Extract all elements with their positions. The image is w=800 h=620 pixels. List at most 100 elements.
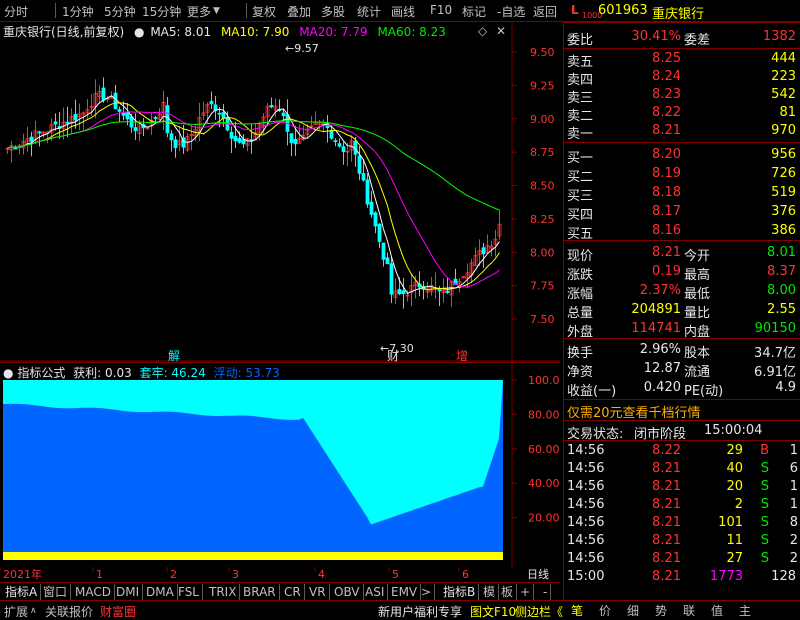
bid-row: 买一 8.20 956 — [564, 146, 800, 166]
ask-price: 8.22 — [652, 105, 681, 120]
ask-row: 卖三 8.23 542 — [564, 86, 800, 106]
tick-time: 14:56 — [567, 479, 605, 494]
time-label: 5 — [392, 568, 399, 581]
diamond-icon[interactable]: ◇ — [478, 24, 487, 38]
panel-tab-2[interactable]: 细 — [627, 602, 639, 619]
chevron-down-icon[interactable]: ▼ — [213, 6, 220, 16]
chip-indicator-chart[interactable]: 100.0 80.00 60.00 40.00 20.00 — [0, 362, 560, 567]
indicator-legend: ● 指标公式 获利: 0.03 套牢: 46.24 浮动: 53.73 — [0, 364, 280, 380]
bid-row: 买二 8.19 726 — [564, 165, 800, 185]
tick-price: 8.21 — [652, 569, 681, 584]
overlay-button[interactable]: 叠加 — [287, 3, 311, 20]
ma60-label: MA60: 8.23 — [377, 25, 446, 39]
indicator-tab-9[interactable]: VR — [306, 584, 330, 600]
bid-label: 买二 — [567, 170, 594, 185]
panel-tab-0[interactable]: 笔 — [571, 602, 583, 619]
tick-volume: 1773 — [709, 569, 743, 584]
fund-label: 流通 — [684, 365, 711, 380]
candle-body — [117, 109, 122, 112]
period-label: 日线 — [527, 567, 549, 581]
panel-divider — [564, 440, 800, 441]
tick-row: 14:56 8.21 20 S 1 — [564, 478, 800, 497]
new-user-promo[interactable]: 新用户福利专享 — [378, 603, 462, 620]
sidebar-button[interactable]: 侧边栏《 — [515, 603, 563, 620]
indicator-tab-6[interactable]: TRIX — [206, 584, 241, 600]
indicator-tab-13[interactable]: > — [418, 584, 436, 600]
candle-body — [293, 138, 298, 145]
indicator-tab-3[interactable]: DMI — [113, 584, 144, 600]
indicator-tab-5[interactable]: FSL — [175, 584, 203, 600]
f10-button[interactable]: F10 — [430, 3, 452, 17]
panel-tab-3[interactable]: 势 — [655, 602, 667, 619]
time-axis: 2021年 1 2 3 4 5 6 日线 — [0, 567, 549, 581]
stat-value: 8.01 — [767, 245, 796, 260]
back-button[interactable]: 返回 — [533, 3, 557, 20]
tick-time: 15:00 — [567, 569, 605, 584]
indicator-tab-4[interactable]: DMA — [143, 584, 178, 600]
indicator-tab-14[interactable]: 指标B — [440, 584, 480, 600]
ma10-label: MA10: 7.90 — [220, 25, 290, 39]
fund-value: 4.9 — [775, 380, 796, 395]
high-marker: ←9.57 — [285, 42, 319, 55]
promo-row[interactable]: 仅需20元查看千档行情 — [564, 401, 800, 421]
indicator-tab-2[interactable]: MACD — [72, 584, 115, 600]
indicator-tab-0[interactable]: 指标A — [2, 584, 42, 600]
profit-label: 获利: 0.03 — [73, 366, 132, 380]
close-icon[interactable]: ✕ — [496, 24, 506, 38]
tab-1min[interactable]: 1分钟 — [62, 3, 94, 20]
multi-stock-button[interactable]: 多股 — [321, 3, 345, 20]
indicator-tab-8[interactable]: CR — [281, 584, 305, 600]
panel-divider — [564, 338, 800, 339]
event-label: 解 — [168, 349, 180, 362]
ask-price: 8.21 — [652, 123, 681, 138]
indicator-tab-16[interactable]: 板 — [498, 584, 518, 600]
wealth-circle-button[interactable]: 财富圈 — [100, 603, 136, 620]
panel-tab-6[interactable]: 主 — [739, 602, 751, 619]
indicator-tab-17[interactable]: + — [517, 584, 535, 600]
graphic-f10-button[interactable]: 图文F10 — [470, 603, 516, 620]
indicator-tab-12[interactable]: EMV — [388, 584, 422, 600]
ask-row: 卖一 8.21 970 — [564, 122, 800, 142]
indicator-tab-7[interactable]: BRAR — [240, 584, 280, 600]
tab-5min[interactable]: 5分钟 — [104, 3, 136, 20]
statistics-button[interactable]: 统计 — [357, 3, 381, 20]
panel-tab-5[interactable]: 值 — [711, 602, 723, 619]
tab-more[interactable]: 更多 — [187, 3, 211, 20]
draw-line-button[interactable]: 画线 — [391, 3, 415, 20]
indicator-tab-11[interactable]: ASI — [362, 584, 389, 600]
panel-divider — [564, 142, 800, 143]
watchlist-remove-button[interactable]: -自选 — [497, 3, 525, 20]
tick-price: 8.21 — [652, 551, 681, 566]
trapped-label: 套牢: 46.24 — [139, 366, 206, 380]
fund-label: 股本 — [684, 346, 711, 361]
restore-rights-button[interactable]: 复权 — [252, 3, 276, 20]
tab-15min[interactable]: 15分钟 — [142, 3, 181, 20]
fund-value: 6.91亿 — [754, 365, 796, 380]
indicator-title[interactable]: 指标公式 — [17, 366, 65, 380]
indicator-tab-18[interactable]: - — [540, 584, 552, 600]
panel-tab-4[interactable]: 联 — [683, 602, 695, 619]
indicator-tab-1[interactable]: 窗口 — [40, 584, 72, 600]
tab-timeshare[interactable]: 分时 — [4, 3, 28, 20]
kline-chart[interactable]: 9.50 9.25 9.00 8.75 8.50 8.25 8.00 7.75 7.50 ←9.5… — [0, 22, 560, 362]
candle-body — [133, 127, 138, 132]
mark-button[interactable]: 标记 — [462, 3, 486, 20]
bid-row: 买四 8.17 376 — [564, 203, 800, 223]
tick-volume: 40 — [726, 461, 743, 476]
indicator-tab-10[interactable]: OBV — [331, 584, 364, 600]
chevron-up-icon[interactable]: ∧ — [30, 606, 37, 616]
ma-legend-dot: ● — [134, 25, 145, 39]
candle-body — [289, 133, 294, 144]
panel-tab-1[interactable]: 价 — [599, 602, 611, 619]
bid-volume: 519 — [771, 185, 796, 200]
related-quote-button[interactable]: 关联报价 — [45, 603, 93, 620]
tick-row: 14:56 8.21 2 S 1 — [564, 496, 800, 515]
candle-body — [237, 138, 242, 143]
candle-body — [125, 112, 130, 120]
expand-button[interactable]: 扩展 — [4, 603, 28, 620]
stat-row: 涨跌 0.19 最高 8.37 — [564, 263, 800, 283]
candle-body — [337, 143, 342, 147]
indicator-tab-15[interactable]: 模 — [480, 584, 500, 600]
candle-body — [221, 112, 226, 119]
candle-body — [65, 121, 70, 124]
